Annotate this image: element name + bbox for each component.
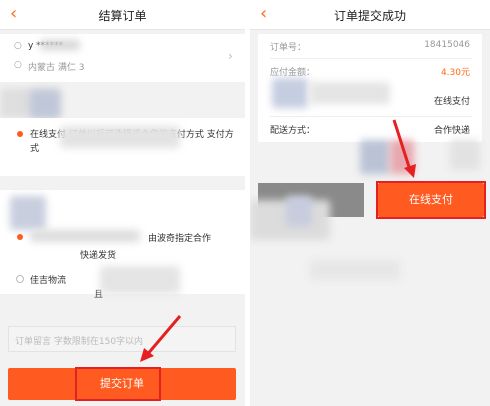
page-title: 订单提交成功: [333, 9, 406, 23]
divider: [270, 116, 472, 117]
blurred-region: [310, 82, 390, 104]
alt-delivery-label: 佳吉物流: [30, 276, 67, 286]
radio-selected-icon[interactable]: [17, 234, 23, 240]
address-line: 内蒙古 满仁 3: [28, 63, 85, 73]
blurred-region: [40, 40, 80, 50]
blurred-region: [310, 260, 400, 280]
red-arrow-icon: [140, 315, 182, 362]
order-number-label: 订单号：: [270, 43, 307, 53]
payment-card: 在线支付 订单以后可选择适合您的支付方式 支付方式: [0, 118, 245, 176]
page-title: 结算订单: [98, 9, 147, 23]
blurred-region: [272, 78, 308, 108]
submit-highlight-box: [75, 367, 161, 401]
blurred-region: [10, 196, 46, 230]
order-success-screen: ‹ 订单提交成功 订单号： 18415046 应付金额： 4.30元 在线支付 …: [250, 0, 490, 406]
blurred-region: [360, 140, 390, 174]
order-info-card: 订单号： 18415046 应付金额： 4.30元 在线支付 配送方式： 合作快…: [258, 34, 482, 142]
chevron-right-icon: ›: [228, 49, 233, 63]
blurred-product-image: [30, 90, 60, 118]
pay-online-highlight-box: [376, 181, 486, 219]
blurred-region: [450, 140, 480, 170]
radio-unselected-icon[interactable]: [16, 275, 24, 283]
order-number-value: 18415046: [424, 40, 470, 50]
delivery-card: 由波奇指定合作 快递发货 佳吉物流 且: [0, 190, 245, 300]
location-pin-icon: ○: [14, 60, 22, 70]
blurred-region: [30, 230, 140, 242]
payment-method-value: 在线支付: [433, 97, 470, 107]
shipping-value: 合作快递: [433, 126, 470, 136]
red-arrow-icon: [392, 119, 416, 178]
location-pin-icon: ○: [14, 41, 22, 51]
checkout-screen: ‹ 结算订单 ○ y ****** ○ 内蒙古 满仁 3 › 在线支付 订单以后…: [0, 0, 245, 406]
blurred-region: [60, 126, 180, 148]
delivery-note-1: 由波奇指定合作: [148, 234, 212, 244]
divider: [270, 58, 472, 59]
shipping-label: 配送方式：: [270, 126, 316, 136]
blurred-region: [286, 196, 312, 226]
blurred-region: [100, 266, 180, 294]
amount-label: 应付金额：: [270, 68, 316, 78]
checkout-header: ‹ 结算订单: [0, 0, 245, 30]
radio-selected-icon[interactable]: [17, 131, 23, 137]
order-message-placeholder: 订单留言 字数限制在150字以内: [15, 337, 144, 347]
address-card[interactable]: ○ y ****** ○ 内蒙古 满仁 3 ›: [0, 34, 245, 82]
amount-value: 4.30元: [440, 68, 470, 78]
success-header: ‹ 订单提交成功: [250, 0, 490, 30]
delivery-note-2: 快递发货: [80, 251, 117, 261]
order-message-input[interactable]: 订单留言 字数限制在150字以内: [8, 326, 236, 352]
